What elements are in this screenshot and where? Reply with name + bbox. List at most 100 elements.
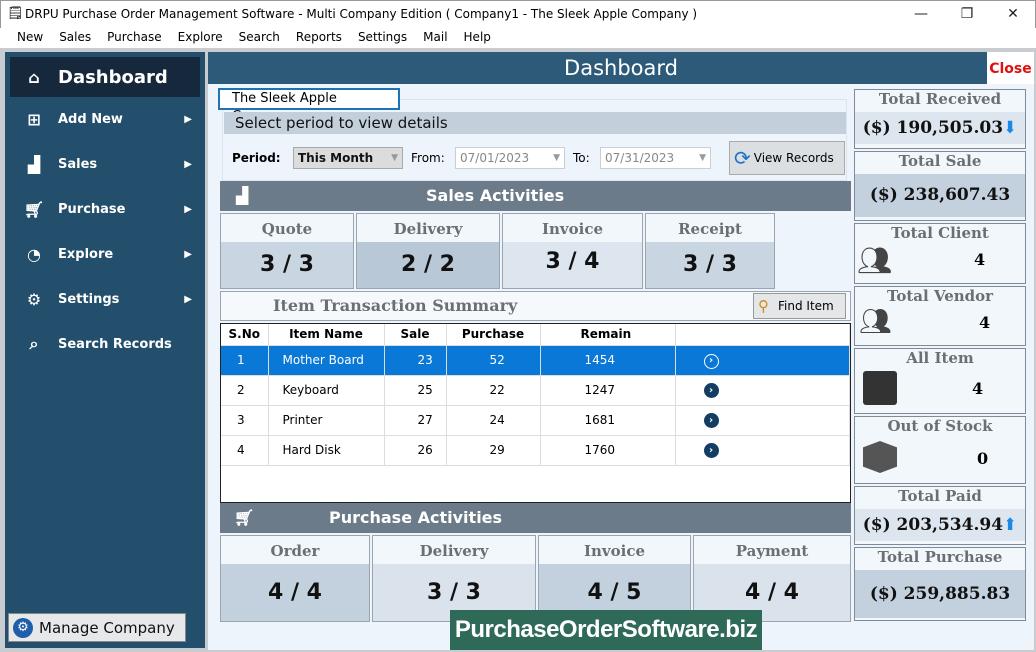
purchase-delivery-card[interactable]: Delivery 3 / 3 — [372, 535, 536, 622]
column-header-item-name: Item Name — [268, 324, 385, 346]
menu-new[interactable]: New — [9, 28, 51, 48]
cell-action: › — [675, 435, 850, 466]
chevron-right-icon: ▶ — [184, 293, 192, 305]
sidebar-item-settings[interactable]: ⚙ Settings ▶ — [10, 279, 200, 319]
cell-action: › — [675, 375, 850, 406]
minimize-button[interactable]: — — [901, 3, 941, 25]
card-value: 3 / 4 — [503, 242, 642, 288]
sales-receipt-card[interactable]: Receipt 3 / 3 — [645, 213, 775, 289]
out-of-stock-value: 0 — [977, 449, 989, 468]
menu-explore[interactable]: Explore — [170, 28, 231, 48]
explore-icon: ◔ — [27, 244, 41, 264]
refresh-icon: ⟳ — [734, 146, 751, 170]
chevron-right-icon: ▶ — [184, 158, 192, 170]
close-button[interactable]: Close — [987, 52, 1034, 84]
table-row[interactable]: 2 Keyboard 25 22 1247 › — [221, 375, 850, 406]
chevron-down-icon: ▼ — [699, 153, 706, 163]
from-date-picker[interactable]: 07/01/2023 ▼ — [455, 147, 565, 169]
sales-quote-card[interactable]: Quote 3 / 3 — [220, 213, 354, 289]
card-value: 3 / 3 — [221, 242, 353, 288]
menu-purchase[interactable]: Purchase — [99, 28, 170, 48]
sidebar-item-explore[interactable]: ◔ Explore ▶ — [10, 234, 200, 274]
cell-purchase: 22 — [446, 375, 541, 406]
item-transaction-title: Item Transaction Summary — [273, 296, 518, 315]
card-label: Receipt — [678, 220, 742, 238]
cell-sale: 23 — [384, 345, 447, 376]
sidebar-item-purchase[interactable]: 🛒︎ Purchase ▶ — [10, 189, 200, 229]
menu-sales[interactable]: Sales — [51, 28, 99, 48]
purchase-order-card[interactable]: Order 4 / 4 — [220, 535, 370, 622]
find-item-label: Find Item — [778, 299, 834, 313]
to-date-value: 07/31/2023 — [605, 151, 675, 165]
menu-search[interactable]: Search — [231, 28, 288, 48]
manage-company-button[interactable]: ⚙ Manage Company — [8, 613, 186, 642]
sidebar-item-dashboard[interactable]: ⌂ Dashboard — [10, 57, 200, 97]
sidebar-item-label: Add New — [58, 111, 123, 127]
menu-help[interactable]: Help — [456, 28, 499, 48]
chevron-circle-right-icon[interactable]: › — [703, 353, 719, 369]
cell-sale: 27 — [384, 405, 447, 436]
purchase-activities-title: Purchase Activities — [329, 508, 503, 527]
sidebar-item-label: Sales — [58, 156, 98, 172]
cell-item-name: Mother Board — [268, 345, 385, 376]
home-icon: ⌂ — [28, 67, 40, 87]
cell-action: › — [675, 345, 850, 376]
card-label: Invoice — [583, 542, 646, 560]
sales-delivery-card[interactable]: Delivery 2 / 2 — [356, 213, 500, 289]
find-item-button[interactable]: ⚲ Find Item — [753, 293, 846, 319]
sidebar-item-label: Dashboard — [58, 66, 168, 88]
purchase-invoice-card[interactable]: Invoice 4 / 5 — [538, 535, 691, 622]
sales-chart-icon: ▟ — [236, 186, 249, 205]
total-purchase-card: Total Purchase ($) 259,885.83 — [854, 547, 1026, 621]
sales-invoice-card[interactable]: Invoice 3 / 4 — [502, 213, 643, 289]
search-icon: ⌕ — [29, 334, 39, 353]
card-label: All Item — [906, 349, 974, 367]
menu-settings[interactable]: Settings — [350, 28, 415, 48]
chevron-right-icon: ▶ — [184, 248, 192, 260]
chevron-right-icon: ▶ — [184, 203, 192, 215]
cell-sno: 4 — [221, 435, 269, 466]
table-row[interactable]: 4 Hard Disk 26 29 1760 › — [221, 435, 850, 466]
cell-remain: 1247 — [540, 375, 676, 406]
chevron-down-icon: ▼ — [391, 153, 398, 163]
maximize-button[interactable]: ❐ — [947, 3, 987, 25]
card-label: Total Purchase — [877, 548, 1003, 566]
window-close-button[interactable]: ✕ — [993, 3, 1033, 25]
card-label: Total Paid — [898, 487, 982, 505]
total-vendor-value: 4 — [979, 313, 991, 332]
cell-sno: 1 — [221, 345, 269, 376]
column-header-sno: S.No — [221, 324, 269, 346]
all-item-value: 4 — [972, 379, 984, 398]
chevron-circle-right-icon[interactable]: › — [703, 443, 719, 458]
cell-item-name: Printer — [268, 405, 385, 436]
card-label: Payment — [735, 542, 809, 560]
item-table: S.No Item Name Sale Purchase Remain 1 Mot… — [220, 323, 851, 503]
table-row[interactable]: 1 Mother Board 23 52 1454 › — [221, 345, 850, 376]
sidebar-item-search-records[interactable]: ⌕ Search Records — [10, 324, 200, 364]
cell-item-name: Hard Disk — [268, 435, 385, 466]
box-icon — [863, 371, 897, 405]
sidebar-item-sales[interactable]: ▟ Sales ▶ — [10, 144, 200, 184]
menu-reports[interactable]: Reports — [288, 28, 350, 48]
chevron-circle-right-icon[interactable]: › — [703, 383, 719, 398]
total-client-card: Total Client 👥︎ 4 — [854, 223, 1026, 284]
column-header-sale: Sale — [384, 324, 447, 346]
total-received-card: Total Received ($) 190,505.03⬇ — [854, 89, 1026, 149]
chevron-circle-right-icon[interactable]: › — [703, 413, 719, 428]
card-label: Total Received — [878, 90, 1002, 108]
watermark-logo: PurchaseOrderSoftware.biz — [450, 610, 762, 650]
purchase-payment-card[interactable]: Payment 4 / 4 — [693, 535, 851, 622]
view-records-button[interactable]: ⟳ View Records — [729, 141, 845, 175]
sidebar-item-add-new[interactable]: ⊞ Add New ▶ — [10, 99, 200, 139]
out-of-stock-card: Out of Stock 0 — [854, 416, 1026, 484]
chevron-right-icon: ▶ — [184, 113, 192, 125]
menu-mail[interactable]: Mail — [415, 28, 455, 48]
to-date-picker[interactable]: 07/31/2023 ▼ — [600, 147, 711, 169]
vendors-icon: 👥︎ — [859, 307, 893, 337]
total-received-value: ($) 190,505.03 — [862, 118, 1004, 138]
total-paid-card: Total Paid ($) 203,534.94⬆ — [854, 486, 1026, 545]
card-label: Delivery — [419, 542, 489, 560]
table-row[interactable]: 3 Printer 27 24 1681 › — [221, 405, 850, 436]
dashboard-panel: Dashboard Close The Sleek Apple Compnay … — [208, 52, 1034, 650]
period-select[interactable]: This Month ▼ — [293, 147, 403, 169]
